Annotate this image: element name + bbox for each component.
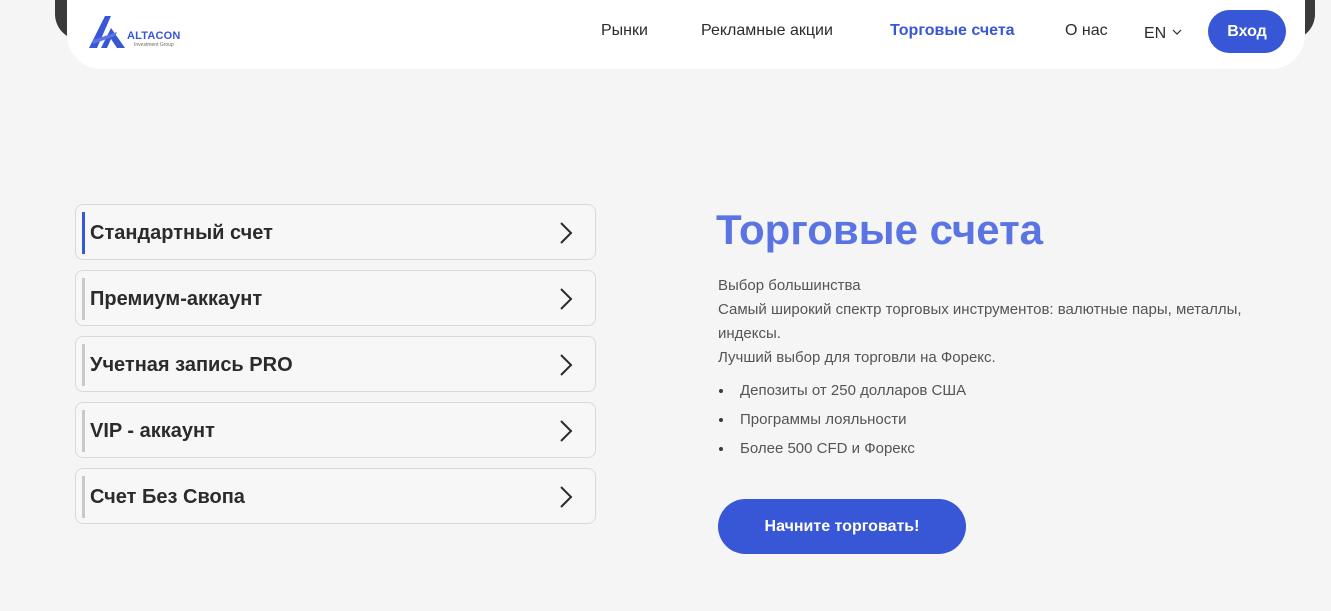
account-item-premium[interactable]: Премиум-аккаунт: [75, 270, 596, 326]
chevron-right-icon: [560, 222, 573, 244]
account-list: Стандартный счет Премиум-аккаунт Учетная…: [75, 204, 596, 534]
language-label: EN: [1144, 25, 1167, 42]
login-button[interactable]: Вход: [1208, 10, 1286, 53]
chevron-right-icon: [560, 288, 573, 310]
navbar: ALTACON Investment Group Рынки Рекламные…: [67, 0, 1305, 69]
active-indicator: [82, 212, 85, 254]
page-title: Торговые счета: [716, 206, 1044, 253]
logo-name: ALTACON: [127, 30, 181, 42]
indicator: [82, 278, 85, 320]
chevron-right-icon: [560, 486, 573, 508]
account-item-vip[interactable]: VIP - аккаунт: [75, 402, 596, 458]
language-selector[interactable]: EN: [1144, 22, 1182, 43]
account-label: Учетная запись PRO: [90, 354, 293, 376]
account-label: VIP - аккаунт: [90, 420, 215, 442]
account-description: Выбор большинства Самый широкий спектр т…: [718, 274, 1308, 370]
chevron-right-icon: [560, 420, 573, 442]
logo-tagline: Investment Group: [134, 42, 174, 48]
indicator: [82, 410, 85, 452]
nav-link-markets[interactable]: Рынки: [601, 22, 648, 40]
account-item-standard[interactable]: Стандартный счет: [75, 204, 596, 260]
logo[interactable]: ALTACON Investment Group: [87, 14, 197, 50]
feature-item: Более 500 CFD и Форекс: [718, 434, 966, 463]
feature-item: Программы лояльности: [718, 405, 966, 434]
chevron-down-icon: [1172, 22, 1182, 40]
nav-link-promotions[interactable]: Рекламные акции: [701, 22, 833, 40]
feature-list: Депозиты от 250 долларов США Программы л…: [718, 376, 966, 463]
account-label: Счет Без Свопа: [90, 486, 245, 508]
account-label: Премиум-аккаунт: [90, 288, 263, 310]
altacon-logo-icon: [89, 16, 125, 48]
account-label: Стандартный счет: [90, 222, 273, 244]
chevron-right-icon: [560, 354, 573, 376]
description-line: Лучший выбор для торговли на Форекс.: [718, 349, 996, 366]
nav-link-about[interactable]: О нас: [1065, 22, 1108, 40]
account-item-swap-free[interactable]: Счет Без Свопа: [75, 468, 596, 524]
description-line: Выбор большинства: [718, 277, 861, 294]
account-item-pro[interactable]: Учетная запись PRO: [75, 336, 596, 392]
indicator: [82, 344, 85, 386]
description-line: Самый широкий спектр торговых инструмент…: [718, 301, 1242, 342]
indicator: [82, 476, 85, 518]
start-trading-button[interactable]: Начните торговать!: [718, 499, 966, 554]
nav-link-trading-accounts[interactable]: Торговые счета: [890, 22, 1015, 40]
feature-item: Депозиты от 250 долларов США: [718, 376, 966, 405]
